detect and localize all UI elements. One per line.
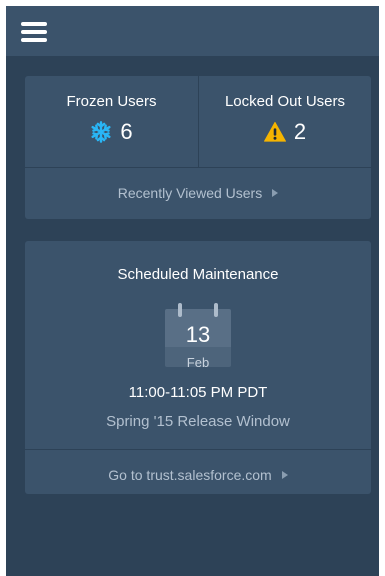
- top-bar: [6, 6, 379, 56]
- calendar-ring-right: [214, 303, 218, 317]
- frozen-users-label: Frozen Users: [66, 93, 157, 110]
- recently-viewed-users-label: Recently Viewed Users: [117, 185, 263, 201]
- maintenance-card-divider: [25, 449, 371, 450]
- calendar-month: Feb: [186, 355, 210, 367]
- warning-triangle-icon: [263, 121, 286, 142]
- locked-out-users-label: Locked Out Users: [224, 93, 346, 110]
- maintenance-card: Scheduled Maintenance 13 Feb 11:00-11:05…: [25, 241, 371, 494]
- locked-out-users-tile[interactable]: Locked Out Users 2: [199, 76, 371, 167]
- maintenance-window: Spring '15 Release Window: [106, 413, 290, 430]
- users-card: Frozen Users 6 Locked Out Users 2 Recent…: [25, 76, 371, 219]
- calendar-ring-left: [178, 303, 182, 317]
- locked-out-users-value-row: 2: [199, 118, 371, 146]
- frozen-users-value-row: 6: [25, 118, 198, 146]
- frozen-users-count: 6: [120, 119, 133, 144]
- chevron-right-icon: [272, 189, 279, 197]
- locked-out-users-count: 2: [293, 119, 307, 144]
- users-card-divider: [25, 167, 371, 168]
- hamburger-menu-icon[interactable]: [21, 22, 47, 42]
- recently-viewed-users-link[interactable]: Recently Viewed Users: [25, 185, 371, 201]
- trust-site-link[interactable]: Go to trust.salesforce.com: [25, 467, 371, 483]
- trust-site-label: Go to trust.salesforce.com: [108, 467, 272, 483]
- calendar-day: 13: [185, 322, 211, 347]
- calendar-body: 13 Feb: [165, 309, 231, 367]
- maintenance-time: 11:00-11:05 PM PDT: [128, 384, 268, 401]
- app-screen: Frozen Users 6 Locked Out Users 2 Recent…: [6, 6, 379, 576]
- chevron-right-icon: [281, 471, 288, 479]
- frozen-users-tile[interactable]: Frozen Users 6: [25, 76, 198, 167]
- calendar-icon: 13 Feb: [165, 303, 231, 367]
- maintenance-title: Scheduled Maintenance: [117, 266, 279, 283]
- snowflake-icon: [91, 121, 111, 143]
